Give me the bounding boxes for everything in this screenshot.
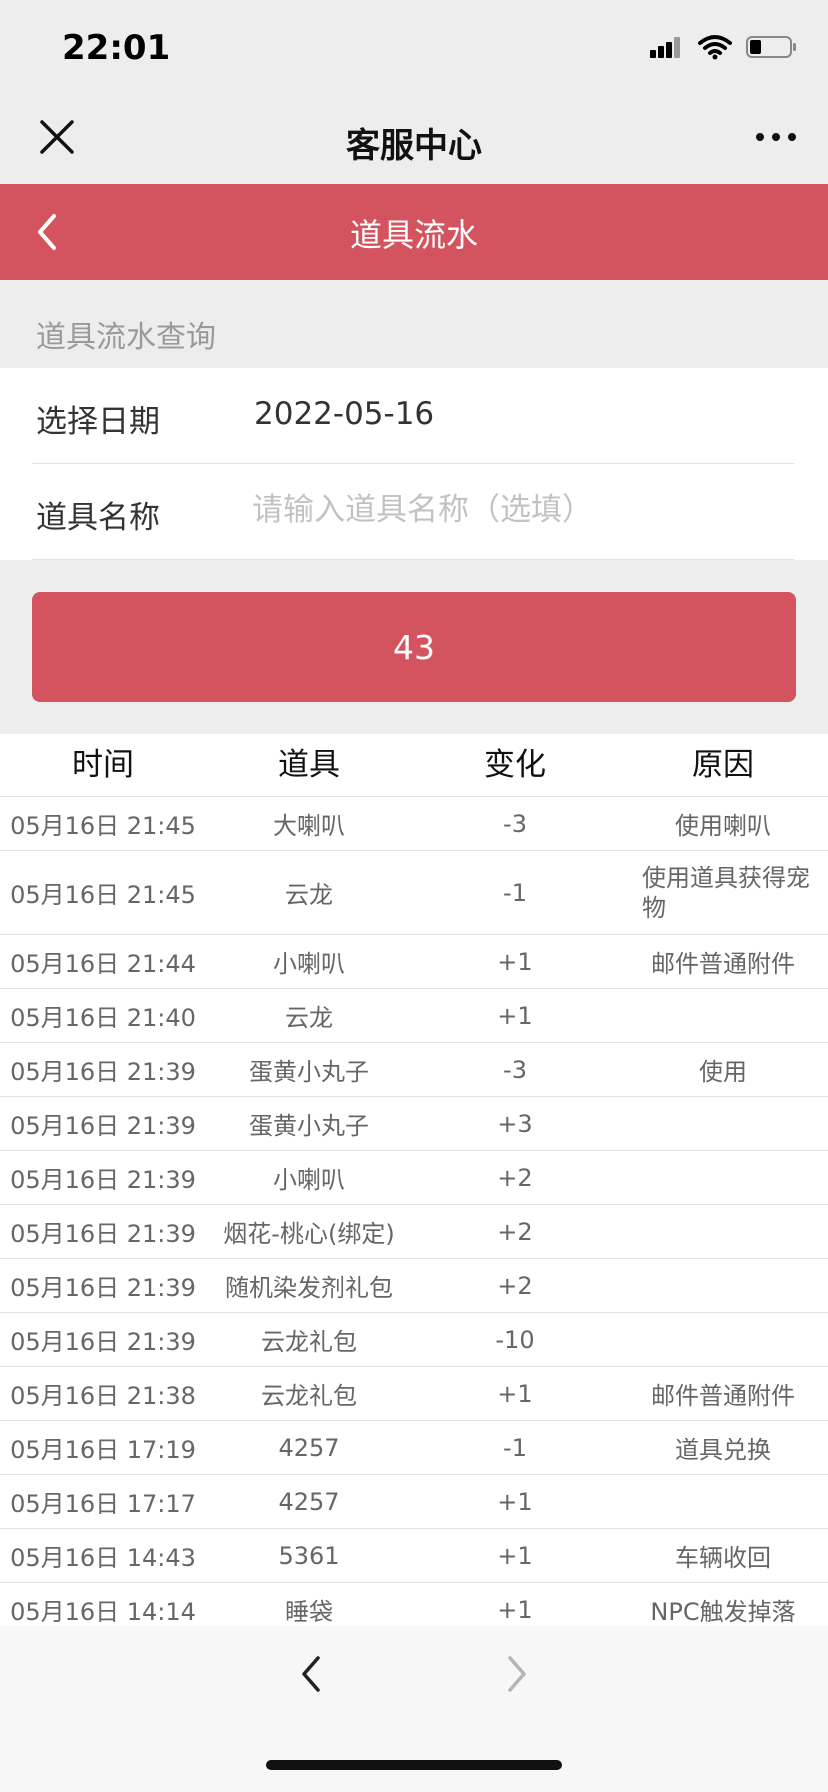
signal-icon xyxy=(650,37,680,58)
page-header: 道具流水 xyxy=(0,184,828,280)
table-row: 05月16日 21:39 小喇叭 +2 xyxy=(0,1151,828,1205)
cell-change: -1 xyxy=(503,1433,527,1462)
cell-change: +2 xyxy=(497,1271,533,1300)
table-row: 05月16日 21:40 云龙 +1 xyxy=(0,989,828,1043)
date-row[interactable]: 选择日期 2022-05-16 xyxy=(32,368,794,464)
cell-reason: 邮件普通附件 xyxy=(651,1382,795,1410)
cell-time: 05月16日 21:39 xyxy=(10,1166,196,1194)
battery-icon xyxy=(746,36,796,58)
cell-time: 05月16日 21:45 xyxy=(10,881,196,909)
query-button[interactable]: 43 xyxy=(32,592,796,702)
cell-reason: 车辆收回 xyxy=(675,1544,771,1572)
cell-change: +1 xyxy=(497,1487,533,1516)
status-bar: 22:01 xyxy=(0,0,828,96)
cell-reason: NPC触发掉落 xyxy=(650,1598,796,1626)
cell-time: 05月16日 21:39 xyxy=(10,1058,196,1086)
cell-time: 05月16日 17:17 xyxy=(10,1490,196,1518)
cell-change: +3 xyxy=(497,1109,533,1138)
page-title: 道具流水 xyxy=(349,216,478,254)
cell-time: 05月16日 14:43 xyxy=(10,1544,196,1572)
cell-reason: 使用喇叭 xyxy=(675,812,771,840)
cell-reason: 邮件普通附件 xyxy=(651,950,795,978)
item-row: 道具名称 xyxy=(32,464,794,560)
cell-change: +1 xyxy=(497,1001,533,1030)
cell-item: 4257 xyxy=(278,1433,340,1462)
cell-change: -3 xyxy=(503,809,527,838)
status-icons xyxy=(648,34,798,60)
cell-item: 睡袋 xyxy=(285,1598,333,1626)
cell-time: 05月16日 21:40 xyxy=(10,1004,196,1032)
cell-item: 蛋黄小丸子 xyxy=(249,1058,369,1086)
cell-change: +1 xyxy=(497,947,533,976)
cell-change: -3 xyxy=(503,1055,527,1084)
cell-time: 05月16日 21:44 xyxy=(10,950,196,978)
cell-change: +1 xyxy=(497,1595,533,1624)
item-name-input[interactable] xyxy=(252,482,772,538)
table-row: 05月16日 21:45 云龙 -1 使用道具获得宠物 xyxy=(0,851,828,935)
header-change: 变化 xyxy=(484,747,546,783)
cell-time: 05月16日 21:45 xyxy=(10,812,196,840)
chevron-right-icon[interactable] xyxy=(498,1652,534,1696)
cell-time: 05月16日 14:14 xyxy=(10,1598,196,1626)
table-row: 05月16日 21:44 小喇叭 +1 邮件普通附件 xyxy=(0,935,828,989)
section-label: 道具流水查询 xyxy=(36,320,216,355)
cell-change: -1 xyxy=(503,878,527,907)
cell-item: 5361 xyxy=(278,1541,340,1570)
flow-table: 时间 道具 变化 原因 05月16日 21:45 大喇叭 -3 使用喇叭 05月… xyxy=(0,734,828,1626)
cell-item: 小喇叭 xyxy=(273,1166,345,1194)
cell-time: 05月16日 21:39 xyxy=(10,1274,196,1302)
cell-change: +1 xyxy=(497,1541,533,1570)
cell-time: 05月16日 21:39 xyxy=(10,1328,196,1356)
cell-item: 云龙礼包 xyxy=(261,1382,357,1410)
cell-item: 小喇叭 xyxy=(273,950,345,978)
wifi-icon xyxy=(698,35,732,60)
header-item: 道具 xyxy=(278,747,340,783)
table-row: 05月16日 21:39 蛋黄小丸子 +3 xyxy=(0,1097,828,1151)
cell-change: +1 xyxy=(497,1379,533,1408)
item-label: 道具名称 xyxy=(36,500,160,536)
chevron-left-icon[interactable] xyxy=(294,1652,330,1696)
cell-reason: 使用 xyxy=(699,1058,747,1086)
table-row: 05月16日 17:17 4257 +1 xyxy=(0,1475,828,1529)
cell-item: 4257 xyxy=(278,1487,340,1516)
cell-time: 05月16日 21:38 xyxy=(10,1382,196,1410)
table-row: 05月16日 14:14 睡袋 +1 NPC触发掉落 xyxy=(0,1583,828,1627)
date-label: 选择日期 xyxy=(36,404,160,440)
cell-item: 随机染发剂礼包 xyxy=(225,1274,393,1302)
status-time: 22:01 xyxy=(62,28,171,68)
cell-time: 05月16日 17:19 xyxy=(10,1436,196,1464)
cell-item: 烟花-桃心(绑定) xyxy=(223,1220,395,1248)
header-reason: 原因 xyxy=(692,747,754,783)
cell-change: -10 xyxy=(495,1325,535,1354)
table-row: 05月16日 21:39 云龙礼包 -10 xyxy=(0,1313,828,1367)
cell-time: 05月16日 21:39 xyxy=(10,1220,196,1248)
cell-time: 05月16日 21:39 xyxy=(10,1112,196,1140)
table-row: 05月16日 21:45 大喇叭 -3 使用喇叭 xyxy=(0,797,828,851)
cell-item: 云龙 xyxy=(285,1004,333,1032)
cell-item: 蛋黄小丸子 xyxy=(249,1112,369,1140)
table-row: 05月16日 21:39 烟花-桃心(绑定) +2 xyxy=(0,1205,828,1259)
table-header: 时间 道具 变化 原因 xyxy=(0,734,828,797)
cell-item: 云龙 xyxy=(285,881,333,909)
table-row: 05月16日 21:39 随机染发剂礼包 +2 xyxy=(0,1259,828,1313)
query-form: 选择日期 2022-05-16 道具名称 xyxy=(0,368,828,560)
date-value[interactable]: 2022-05-16 xyxy=(254,396,434,432)
table-row: 05月16日 17:19 4257 -1 道具兑换 xyxy=(0,1421,828,1475)
cell-change: +2 xyxy=(497,1163,533,1192)
cell-change: +2 xyxy=(497,1217,533,1246)
home-indicator xyxy=(266,1760,562,1770)
table-row: 05月16日 21:38 云龙礼包 +1 邮件普通附件 xyxy=(0,1367,828,1421)
cell-reason: 道具兑换 xyxy=(675,1436,771,1464)
nav-title: 客服中心 xyxy=(346,126,482,166)
table-row: 05月16日 21:39 蛋黄小丸子 -3 使用 xyxy=(0,1043,828,1097)
header-time: 时间 xyxy=(72,747,134,783)
cell-item: 云龙礼包 xyxy=(261,1328,357,1356)
nav-bar: 客服中心 xyxy=(0,96,828,184)
cell-reason: 使用道具获得宠物 xyxy=(642,863,810,922)
table-row: 05月16日 14:43 5361 +1 车辆收回 xyxy=(0,1529,828,1583)
more-icon[interactable] xyxy=(754,122,798,152)
cell-item: 大喇叭 xyxy=(273,812,345,840)
